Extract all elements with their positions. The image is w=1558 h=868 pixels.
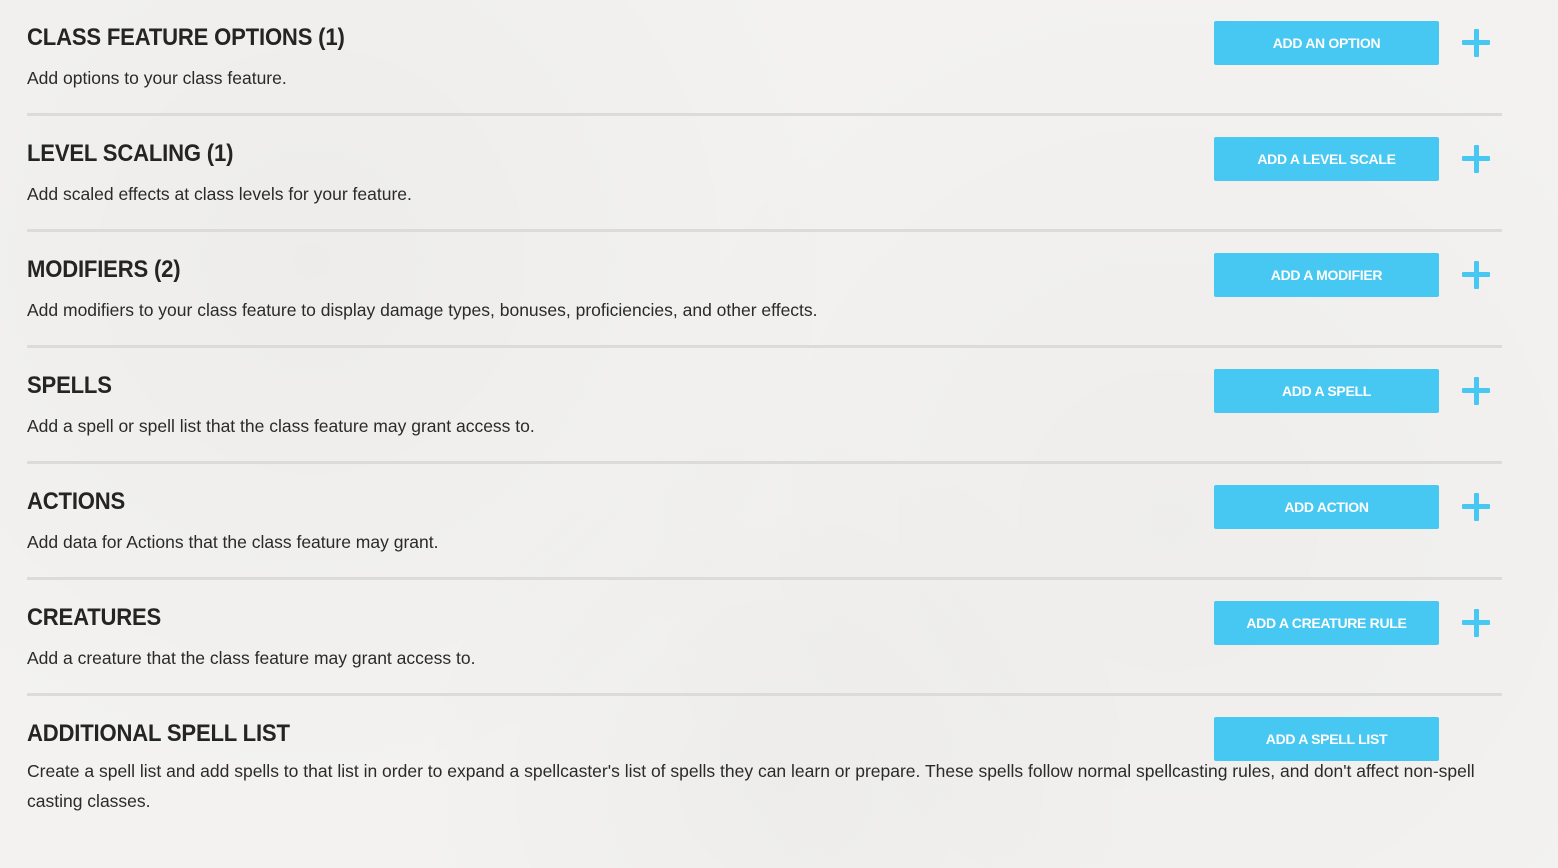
- add-spell-button[interactable]: ADD A SPELL: [1214, 369, 1439, 413]
- section-title: ADDITIONAL SPELL LIST: [27, 720, 290, 747]
- section-title: LEVEL SCALING (1): [27, 140, 234, 167]
- section-description: Add data for Actions that the class feat…: [27, 532, 439, 552]
- section-creatures: CREATURES Add a creature that the class …: [27, 580, 1502, 696]
- plus-icon[interactable]: [1462, 609, 1490, 637]
- plus-icon[interactable]: [1462, 493, 1490, 521]
- section-level-scaling: LEVEL SCALING (1) Add scaled effects at …: [27, 116, 1502, 232]
- plus-icon[interactable]: [1462, 377, 1490, 405]
- add-action-button[interactable]: ADD ACTION: [1214, 485, 1439, 529]
- class-feature-sections: CLASS FEATURE OPTIONS (1) Add options to…: [27, 0, 1502, 856]
- section-modifiers: MODIFIERS (2) Add modifiers to your clas…: [27, 232, 1502, 348]
- add-creature-rule-button[interactable]: ADD A CREATURE RULE: [1214, 601, 1439, 645]
- section-description: Add options to your class feature.: [27, 68, 287, 88]
- section-additional-spell-list: ADDITIONAL SPELL LIST Create a spell lis…: [27, 696, 1502, 856]
- section-class-feature-options: CLASS FEATURE OPTIONS (1) Add options to…: [27, 0, 1502, 116]
- plus-icon[interactable]: [1462, 145, 1490, 173]
- section-description: Add modifiers to your class feature to d…: [27, 300, 818, 320]
- section-title: ACTIONS: [27, 488, 126, 515]
- section-description: Add a spell or spell list that the class…: [27, 416, 535, 436]
- section-title: MODIFIERS (2): [27, 256, 181, 283]
- add-modifier-button[interactable]: ADD A MODIFIER: [1214, 253, 1439, 297]
- plus-icon[interactable]: [1462, 29, 1490, 57]
- section-description: Add scaled effects at class levels for y…: [27, 184, 412, 204]
- add-spell-list-button[interactable]: ADD A SPELL LIST: [1214, 717, 1439, 761]
- section-spells: SPELLS Add a spell or spell list that th…: [27, 348, 1502, 464]
- section-actions: ACTIONS Add data for Actions that the cl…: [27, 464, 1502, 580]
- section-title: CREATURES: [27, 604, 162, 631]
- add-option-button[interactable]: ADD AN OPTION: [1214, 21, 1439, 65]
- section-description: Create a spell list and add spells to th…: [27, 761, 1475, 811]
- plus-icon[interactable]: [1462, 261, 1490, 289]
- section-title: SPELLS: [27, 372, 112, 399]
- section-title: CLASS FEATURE OPTIONS (1): [27, 24, 345, 51]
- add-level-scale-button[interactable]: ADD A LEVEL SCALE: [1214, 137, 1439, 181]
- section-description: Add a creature that the class feature ma…: [27, 648, 476, 668]
